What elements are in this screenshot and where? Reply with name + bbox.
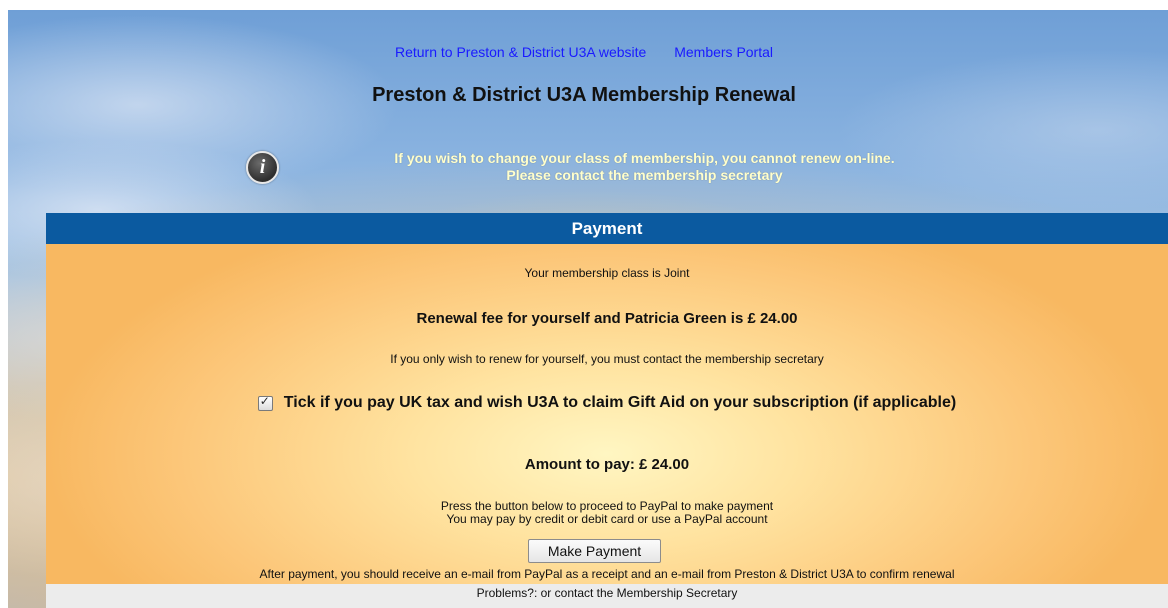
renewal-fee-text: Renewal fee for yourself and Patricia Gr…: [416, 310, 798, 327]
paypal-line-2: You may pay by credit or debit card or u…: [446, 512, 768, 526]
website-link[interactable]: Return to Preston & District U3A website: [395, 44, 646, 60]
gift-aid-label: Tick if you pay UK tax and wish U3A to c…: [283, 394, 957, 411]
amount-to-pay: Amount to pay: £ 24.00: [524, 456, 690, 473]
checkmark-icon: ✓: [259, 393, 270, 408]
members-portal-link[interactable]: Members Portal: [674, 44, 773, 60]
problems-bar: Problems?: or contact the Membership Sec…: [46, 584, 1168, 608]
after-payment-text: After payment, you should receive an e-m…: [259, 567, 955, 581]
self-only-text: If you only wish to renew for yourself, …: [390, 352, 824, 366]
page-title: Preston & District U3A Membership Renewa…: [372, 84, 796, 106]
problems-text[interactable]: Problems?: or contact the Membership Sec…: [477, 586, 738, 600]
membership-notice: i If you wish to change your class of me…: [246, 150, 1026, 184]
info-icon: i: [246, 150, 279, 184]
notice-text: If you wish to change your class of memb…: [287, 150, 1002, 184]
gift-aid-row: ✓ Tick if you pay UK tax and wish U3A to…: [46, 394, 1168, 412]
gift-aid-checkbox[interactable]: ✓: [257, 393, 273, 411]
top-links: Return to Preston & District U3A website…: [0, 44, 1168, 60]
membership-class-text: Your membership class is Joint: [524, 266, 690, 280]
payment-header: Payment: [46, 213, 1168, 244]
notice-line-2: Please contact the membership secretary: [506, 167, 783, 183]
make-payment-button[interactable]: Make Payment: [528, 539, 661, 563]
payment-panel: Payment Your membership class is Joint R…: [46, 213, 1168, 608]
notice-line-1: If you wish to change your class of memb…: [394, 150, 895, 166]
payment-body: Your membership class is Joint Renewal f…: [46, 244, 1168, 584]
paypal-instructions: Press the button below to proceed to Pay…: [46, 500, 1168, 526]
